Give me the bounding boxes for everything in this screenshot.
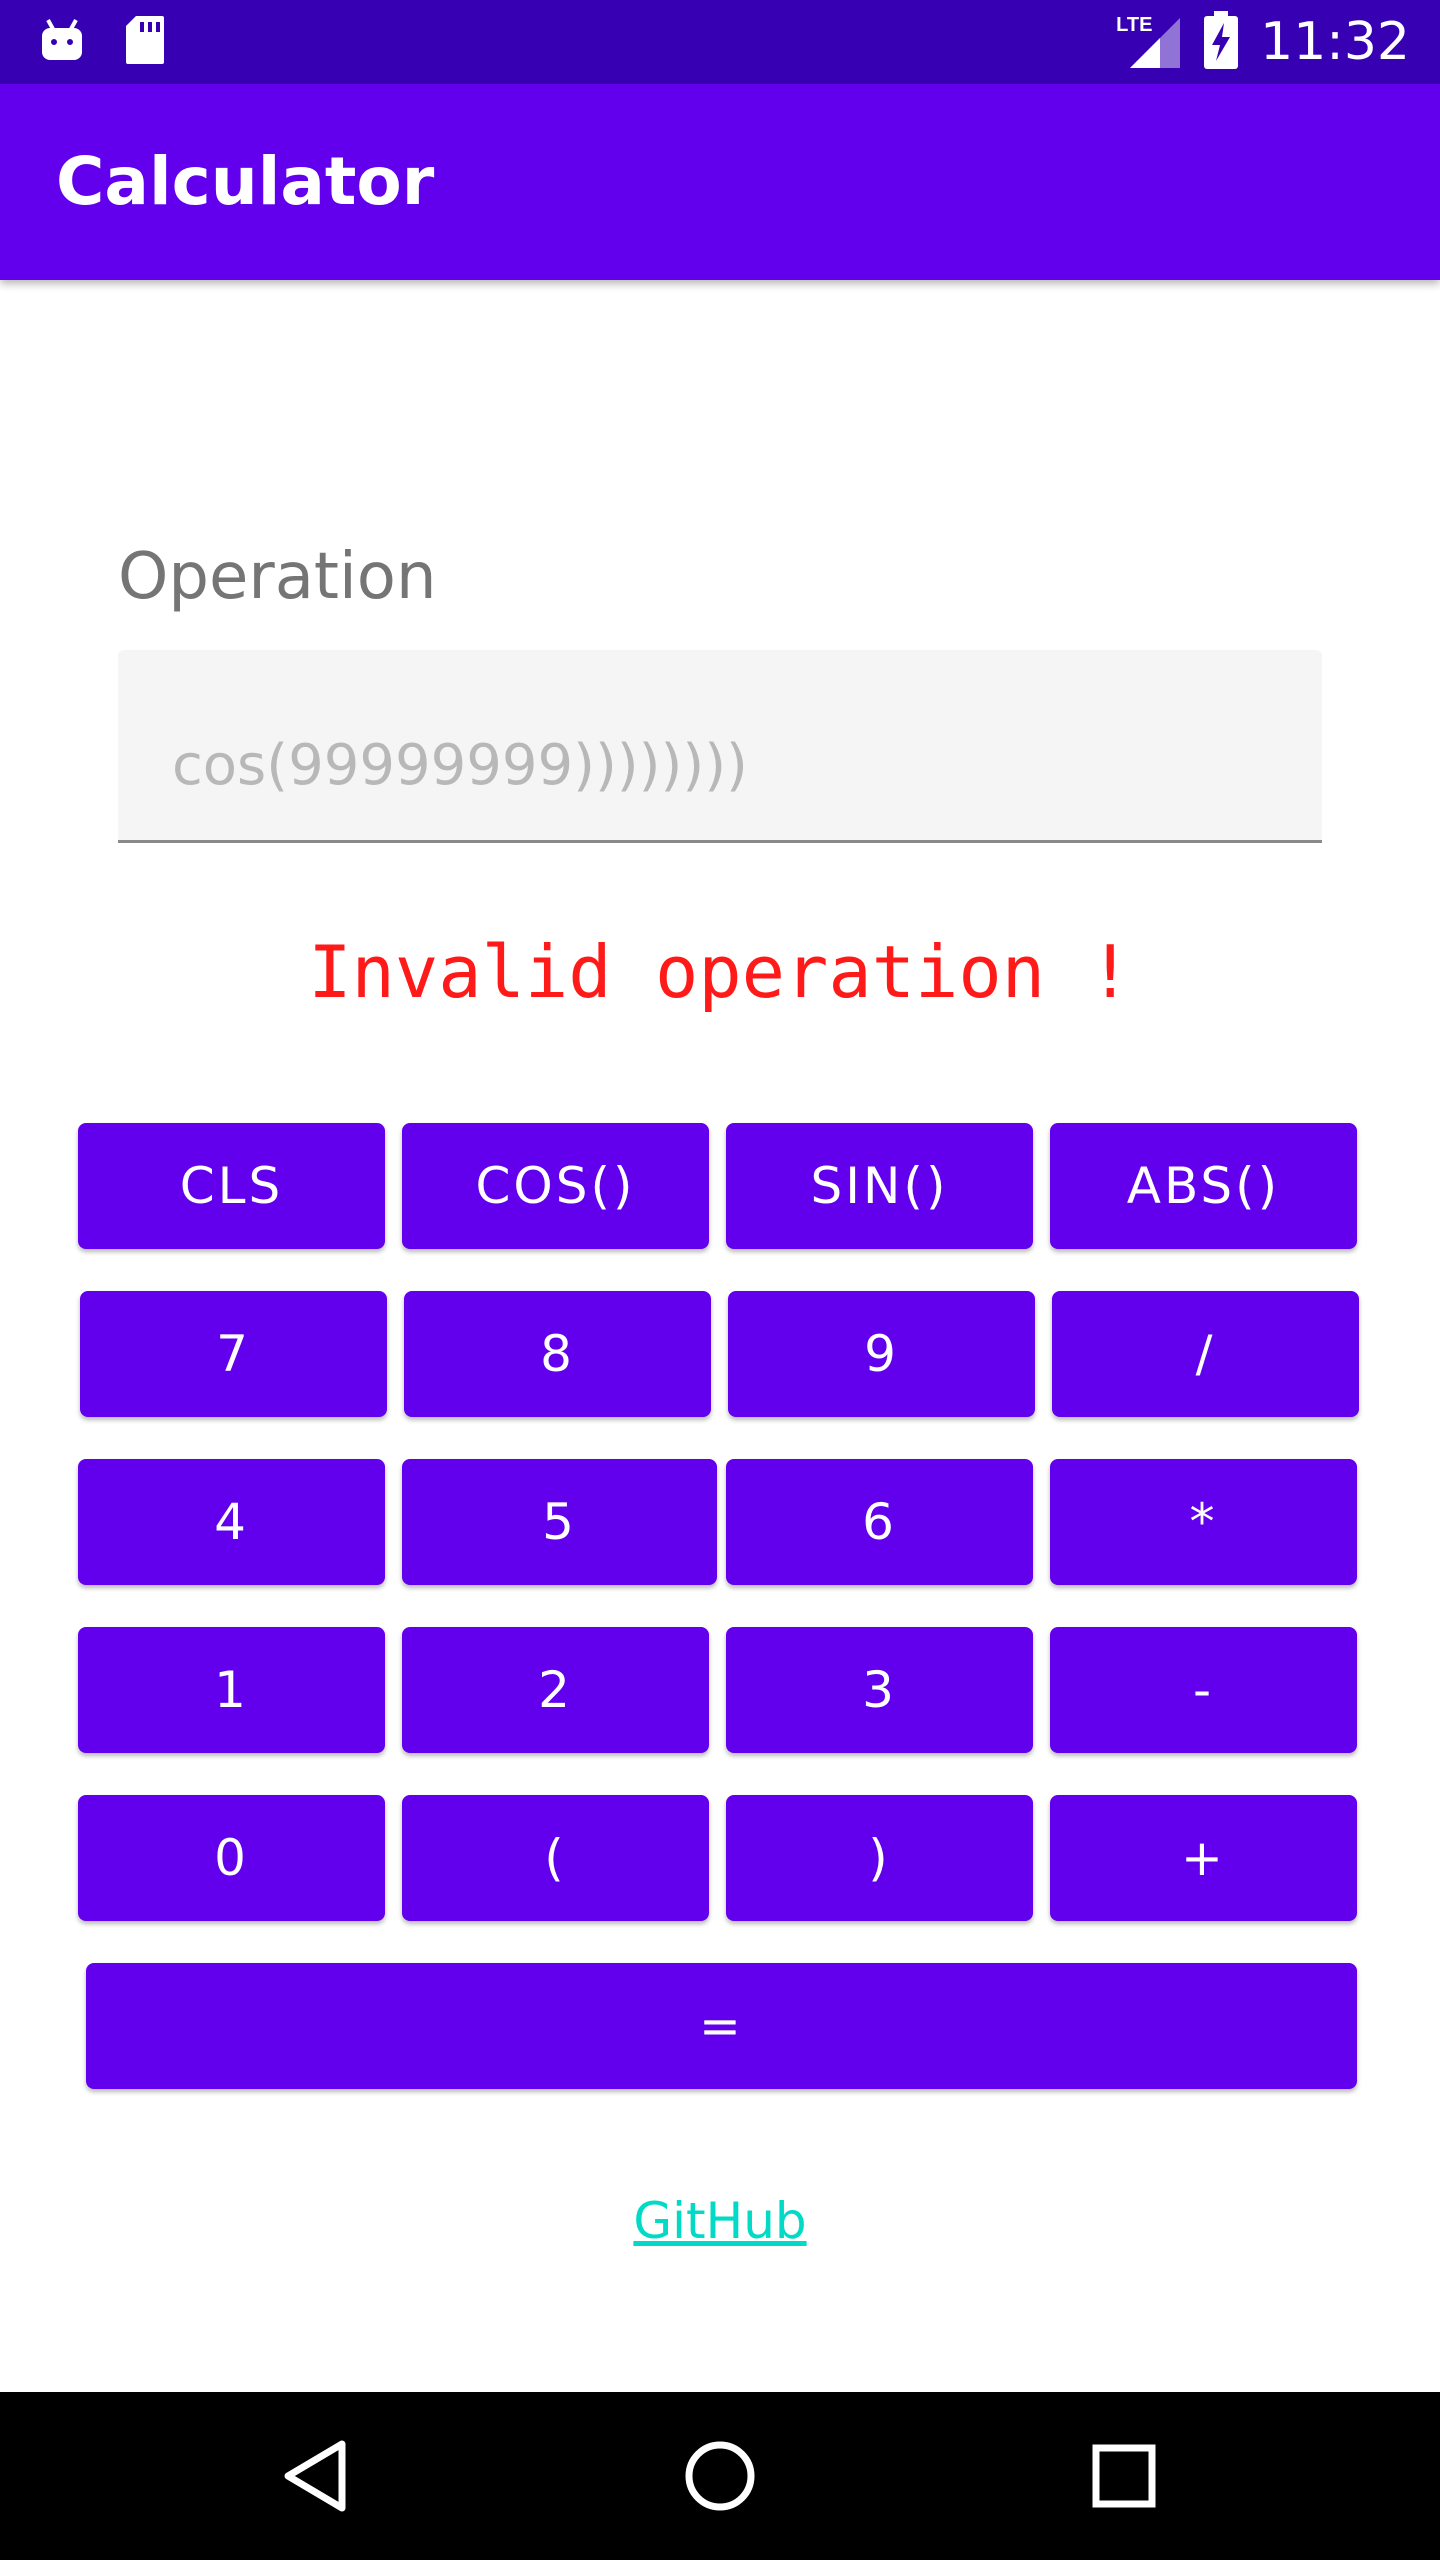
cls-button[interactable]: CLS	[78, 1123, 385, 1249]
equals-button[interactable]: =	[86, 1963, 1357, 2089]
operation-field[interactable]	[118, 650, 1322, 843]
error-message: Invalid operation !	[308, 930, 1132, 1014]
notification-area	[40, 14, 166, 71]
key-4-button[interactable]: 4	[78, 1459, 385, 1585]
key-2-button[interactable]: 2	[402, 1627, 709, 1753]
status-clock: 11:32	[1260, 12, 1410, 72]
multiply-button[interactable]: *	[1050, 1459, 1357, 1585]
status-bar: LTE 11:32	[0, 0, 1440, 84]
key-8-button[interactable]: 8	[404, 1291, 711, 1417]
app-bar: Calculator	[0, 84, 1440, 280]
lte-signal-icon: LTE	[1116, 14, 1182, 70]
navigation-bar	[0, 2392, 1440, 2560]
divide-button[interactable]: /	[1052, 1291, 1359, 1417]
sd-card-icon	[124, 14, 166, 71]
home-icon[interactable]	[674, 2430, 766, 2522]
cos-button[interactable]: COS()	[402, 1123, 709, 1249]
key-0-button[interactable]: 0	[78, 1795, 385, 1921]
key-9-button[interactable]: 9	[728, 1291, 1035, 1417]
android-notification-icon	[40, 16, 84, 69]
abs-button[interactable]: ABS()	[1050, 1123, 1357, 1249]
recents-icon[interactable]	[1078, 2430, 1170, 2522]
key-1-button[interactable]: 1	[78, 1627, 385, 1753]
open-paren-button[interactable]: (	[402, 1795, 709, 1921]
network-type-label: LTE	[1116, 14, 1153, 36]
sin-button[interactable]: SIN()	[726, 1123, 1033, 1249]
battery-charging-icon	[1204, 10, 1239, 74]
key-7-button[interactable]: 7	[80, 1291, 387, 1417]
key-6-button[interactable]: 6	[726, 1459, 1033, 1585]
key-5-button[interactable]: 5	[402, 1459, 717, 1585]
operation-input[interactable]	[172, 710, 1272, 820]
github-link[interactable]: GitHub	[0, 2192, 1440, 2250]
operation-label: Operation	[118, 540, 437, 614]
key-3-button[interactable]: 3	[726, 1627, 1033, 1753]
app-title: Calculator	[56, 143, 435, 220]
add-button[interactable]: +	[1050, 1795, 1357, 1921]
subtract-button[interactable]: -	[1050, 1627, 1357, 1753]
close-paren-button[interactable]: )	[726, 1795, 1033, 1921]
back-icon[interactable]	[270, 2430, 362, 2522]
system-status-area: LTE 11:32	[1116, 0, 1410, 84]
